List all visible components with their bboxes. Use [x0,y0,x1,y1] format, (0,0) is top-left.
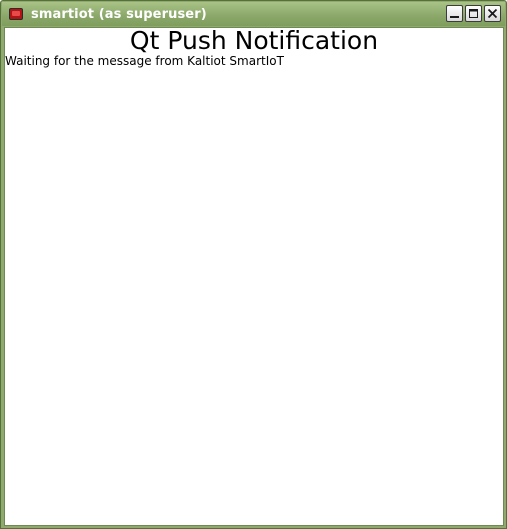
minimize-icon [450,16,459,18]
maximize-button[interactable] [465,5,482,22]
maximize-icon [469,9,478,18]
minimize-button[interactable] [446,5,463,22]
title-bar[interactable]: smartiot (as superuser) [2,2,505,26]
close-button[interactable] [484,5,501,22]
app-icon[interactable] [9,8,23,20]
app-window: smartiot (as superuser) Qt Push Notifica… [0,0,507,529]
client-area: Qt Push Notification Waiting for the mes… [4,27,504,526]
close-icon [487,8,498,19]
window-controls [446,5,501,22]
page-title: Qt Push Notification [129,26,379,55]
status-message: Waiting for the message from Kaltiot Sma… [5,54,284,68]
window-title: smartiot (as superuser) [31,6,207,22]
